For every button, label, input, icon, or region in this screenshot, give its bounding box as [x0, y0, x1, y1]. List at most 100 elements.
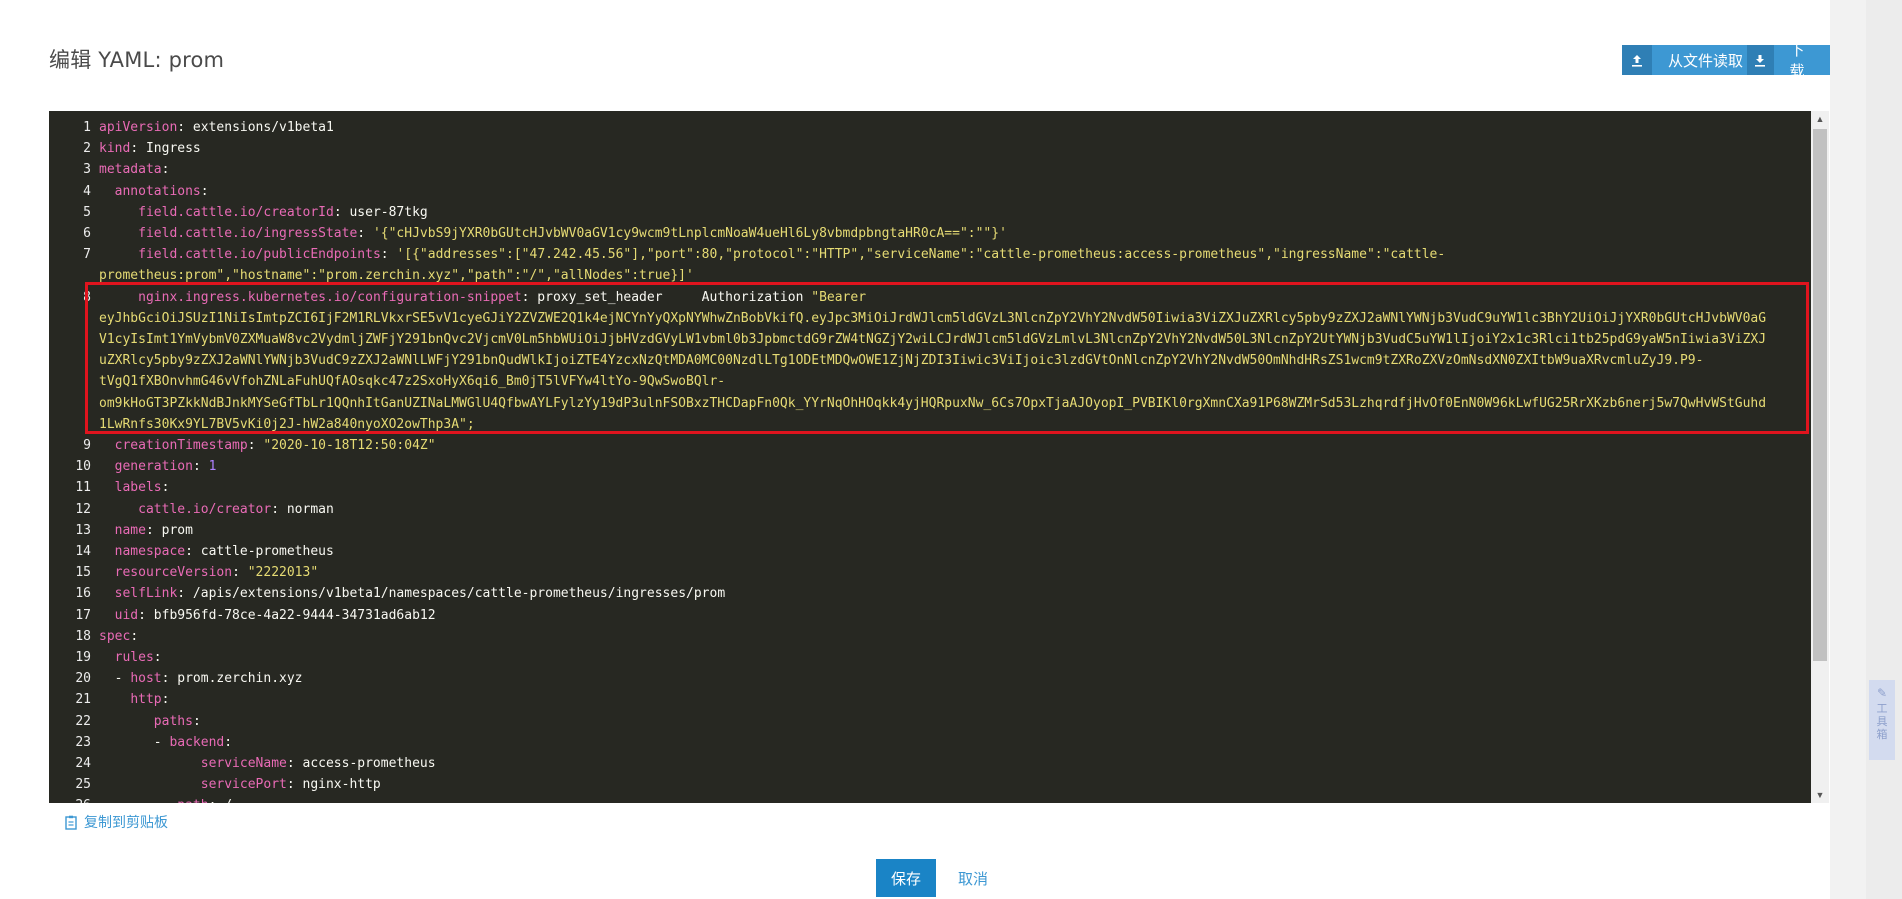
floating-toolbox-tab[interactable]: ✎ 工具箱 — [1869, 680, 1895, 760]
line-number: 20 — [75, 671, 91, 687]
download-label: 下载 — [1789, 41, 1805, 80]
line-text: field.cattle.io/creatorId: user-87tkg — [138, 204, 428, 220]
line-number: 7 — [83, 247, 91, 263]
code-line[interactable]: prometheus:prom","hostname":"prom.zerchi… — [49, 265, 1809, 286]
editor-scrollbar[interactable]: ▲ ▼ — [1811, 111, 1829, 803]
code-line[interactable]: 12 cattle.io/creator: norman — [49, 499, 1809, 520]
code-line[interactable]: 1 apiVersion: extensions/v1beta1 — [49, 117, 1809, 138]
code-line[interactable]: 2 kind: Ingress — [49, 138, 1809, 159]
read-from-file-button[interactable]: 从文件读取 — [1622, 45, 1758, 75]
line-text: uZXRlcy5pby9zZXJ2aWNlYWNjb3VudC9zZXJ2aWN… — [99, 353, 1704, 369]
line-number: 2 — [83, 141, 91, 157]
code-line[interactable]: 20 - host: prom.zerchin.xyz — [49, 668, 1809, 689]
upload-icon — [1622, 45, 1652, 75]
download-button[interactable]: 下载 — [1747, 41, 1830, 80]
line-number: 22 — [75, 713, 91, 729]
line-text: resourceVersion: "2222013" — [114, 565, 319, 581]
code-line[interactable]: 7 field.cattle.io/publicEndpoints: '[{"a… — [49, 244, 1809, 265]
scroll-up-icon[interactable]: ▲ — [1811, 111, 1829, 127]
copy-to-clipboard-button[interactable]: 复制到剪贴板 — [64, 812, 168, 832]
line-number: 16 — [75, 586, 91, 602]
code-line[interactable]: 22 paths: — [49, 711, 1809, 732]
code-line[interactable]: 17 uid: bfb956fd-78ce-4a22-9444-34731ad6… — [49, 605, 1809, 626]
line-text: kind: Ingress — [99, 141, 201, 157]
line-text: tVgQ1fXBOnvhmG46vVfohZNLaFuhUQfAOsqkc47z… — [99, 374, 726, 390]
line-text: serviceName: access-prometheus — [200, 756, 436, 771]
line-number: 15 — [75, 565, 91, 581]
line-text: - backend: — [99, 734, 233, 750]
scroll-thumb[interactable] — [1813, 129, 1827, 661]
line-number: 4 — [83, 183, 91, 199]
page-background-strip — [1866, 0, 1902, 899]
line-text: - host: prom.zerchin.xyz — [99, 671, 303, 687]
line-text: field.cattle.io/ingressState: '{"cHJvbS9… — [138, 226, 1007, 241]
code-line[interactable]: 18 spec: — [49, 626, 1809, 647]
edit-yaml-dialog: 编辑 YAML: prom 从文件读取 下载 1 apiVersion: exte… — [0, 0, 1830, 899]
code-line[interactable]: 6 field.cattle.io/ingressState: '{"cHJvb… — [49, 223, 1809, 244]
code-line[interactable]: 21 http: — [49, 689, 1809, 710]
line-text: uid: bfb956fd-78ce-4a22-9444-34731ad6ab1… — [114, 607, 436, 623]
cancel-link[interactable]: 取消 — [958, 868, 988, 889]
line-text: spec: — [99, 628, 139, 644]
line-text: creationTimestamp: "2020-10-18T12:50:04Z… — [114, 438, 436, 453]
line-text: field.cattle.io/publicEndpoints: '[{"add… — [138, 247, 1446, 263]
line-number: 12 — [75, 501, 91, 517]
code-line[interactable]: 26 path: / — [49, 795, 1809, 803]
code-line[interactable]: 10 generation: 1 — [49, 456, 1809, 477]
line-text: V1cyIsImt1YmVybmV0ZXMuaW8vc2VydmljZWFjY2… — [99, 332, 1767, 347]
line-number: 9 — [83, 438, 91, 453]
wrench-icon: ✎ — [1876, 686, 1888, 700]
line-text: nginx.ingress.kubernetes.io/configuratio… — [138, 289, 867, 305]
line-text: prometheus:prom","hostname":"prom.zerchi… — [99, 268, 694, 284]
line-number: 19 — [75, 650, 91, 665]
code-line[interactable]: 8 nginx.ingress.kubernetes.io/configurat… — [49, 287, 1809, 308]
code-line[interactable]: 5 field.cattle.io/creatorId: user-87tkg — [49, 202, 1809, 223]
code-line[interactable]: om9kHoGT3PZkkNdBJnkMYSeGfTbLr1QQnhItGanU… — [49, 393, 1809, 414]
line-number: 11 — [75, 480, 91, 496]
line-text: name: prom — [114, 522, 193, 538]
code-line[interactable]: 4 annotations: — [49, 181, 1809, 202]
code-line[interactable]: 9 creationTimestamp: "2020-10-18T12:50:0… — [49, 435, 1809, 456]
line-number: 5 — [83, 204, 91, 220]
line-text: annotations: — [114, 183, 209, 199]
code-line[interactable]: 16 selfLink: /apis/extensions/v1beta1/na… — [49, 583, 1809, 604]
code-line[interactable]: 23 - backend: — [49, 732, 1809, 753]
code-line[interactable]: tVgQ1fXBOnvhmG46vVfohZNLaFuhUQfAOsqkc47z… — [49, 371, 1809, 392]
line-number: 1 — [83, 120, 91, 135]
code-line[interactable]: 13 name: prom — [49, 520, 1809, 541]
dialog-title: 编辑 YAML: prom — [49, 48, 225, 72]
code-line[interactable]: 11 labels: — [49, 477, 1809, 498]
line-text: namespace: cattle-prometheus — [114, 544, 334, 559]
line-text: apiVersion: extensions/v1beta1 — [99, 120, 334, 135]
line-number: 26 — [49, 795, 91, 803]
clipboard-icon — [65, 815, 77, 830]
line-number: 8 — [83, 289, 91, 305]
line-number: 18 — [75, 628, 91, 644]
save-button[interactable]: 保存 — [876, 859, 936, 897]
code-line[interactable]: eyJhbGciOiJSUzI1NiIsImtpZCI6IjF2M1RLVkxr… — [49, 308, 1809, 329]
line-number: 6 — [83, 226, 91, 241]
line-number: 3 — [83, 162, 91, 178]
code-line[interactable]: V1cyIsImt1YmVybmV0ZXMuaW8vc2VydmljZWFjY2… — [49, 329, 1809, 350]
read-from-file-label: 从文件读取 — [1668, 51, 1744, 70]
code-line[interactable]: 1LwRnfs30Kx9YL7BV5vKi0j2J-hW2a840nyoXO2o… — [49, 414, 1809, 435]
code-line[interactable]: 3 metadata: — [49, 159, 1809, 180]
line-text: om9kHoGT3PZkkNdBJnkMYSeGfTbLr1QQnhItGanU… — [99, 395, 1767, 411]
code-line[interactable]: 24 serviceName: access-prometheus — [49, 753, 1809, 774]
line-text: rules: — [114, 650, 162, 665]
yaml-editor[interactable]: 1 apiVersion: extensions/v1beta1 2 kind: In… — [49, 111, 1829, 803]
line-number: 23 — [75, 734, 91, 750]
line-text: servicePort: nginx-http — [200, 777, 381, 793]
code-line[interactable]: 14 namespace: cattle-prometheus — [49, 541, 1809, 562]
line-text: metadata: — [99, 162, 170, 178]
floating-tab-label: 工具箱 — [1876, 702, 1888, 741]
line-text: path: / — [99, 795, 232, 803]
line-number: 25 — [75, 777, 91, 793]
code-line[interactable]: 19 rules: — [49, 647, 1809, 668]
code-line[interactable]: 25 servicePort: nginx-http — [49, 774, 1809, 795]
line-text: 1LwRnfs30Kx9YL7BV5vKi0j2J-hW2a840nyoXO2o… — [99, 416, 475, 432]
code-line[interactable]: 15 resourceVersion: "2222013" — [49, 562, 1809, 583]
line-text: paths: — [153, 713, 201, 729]
code-line[interactable]: uZXRlcy5pby9zZXJ2aWNlYWNjb3VudC9zZXJ2aWN… — [49, 350, 1809, 371]
scroll-down-icon[interactable]: ▼ — [1811, 787, 1829, 803]
